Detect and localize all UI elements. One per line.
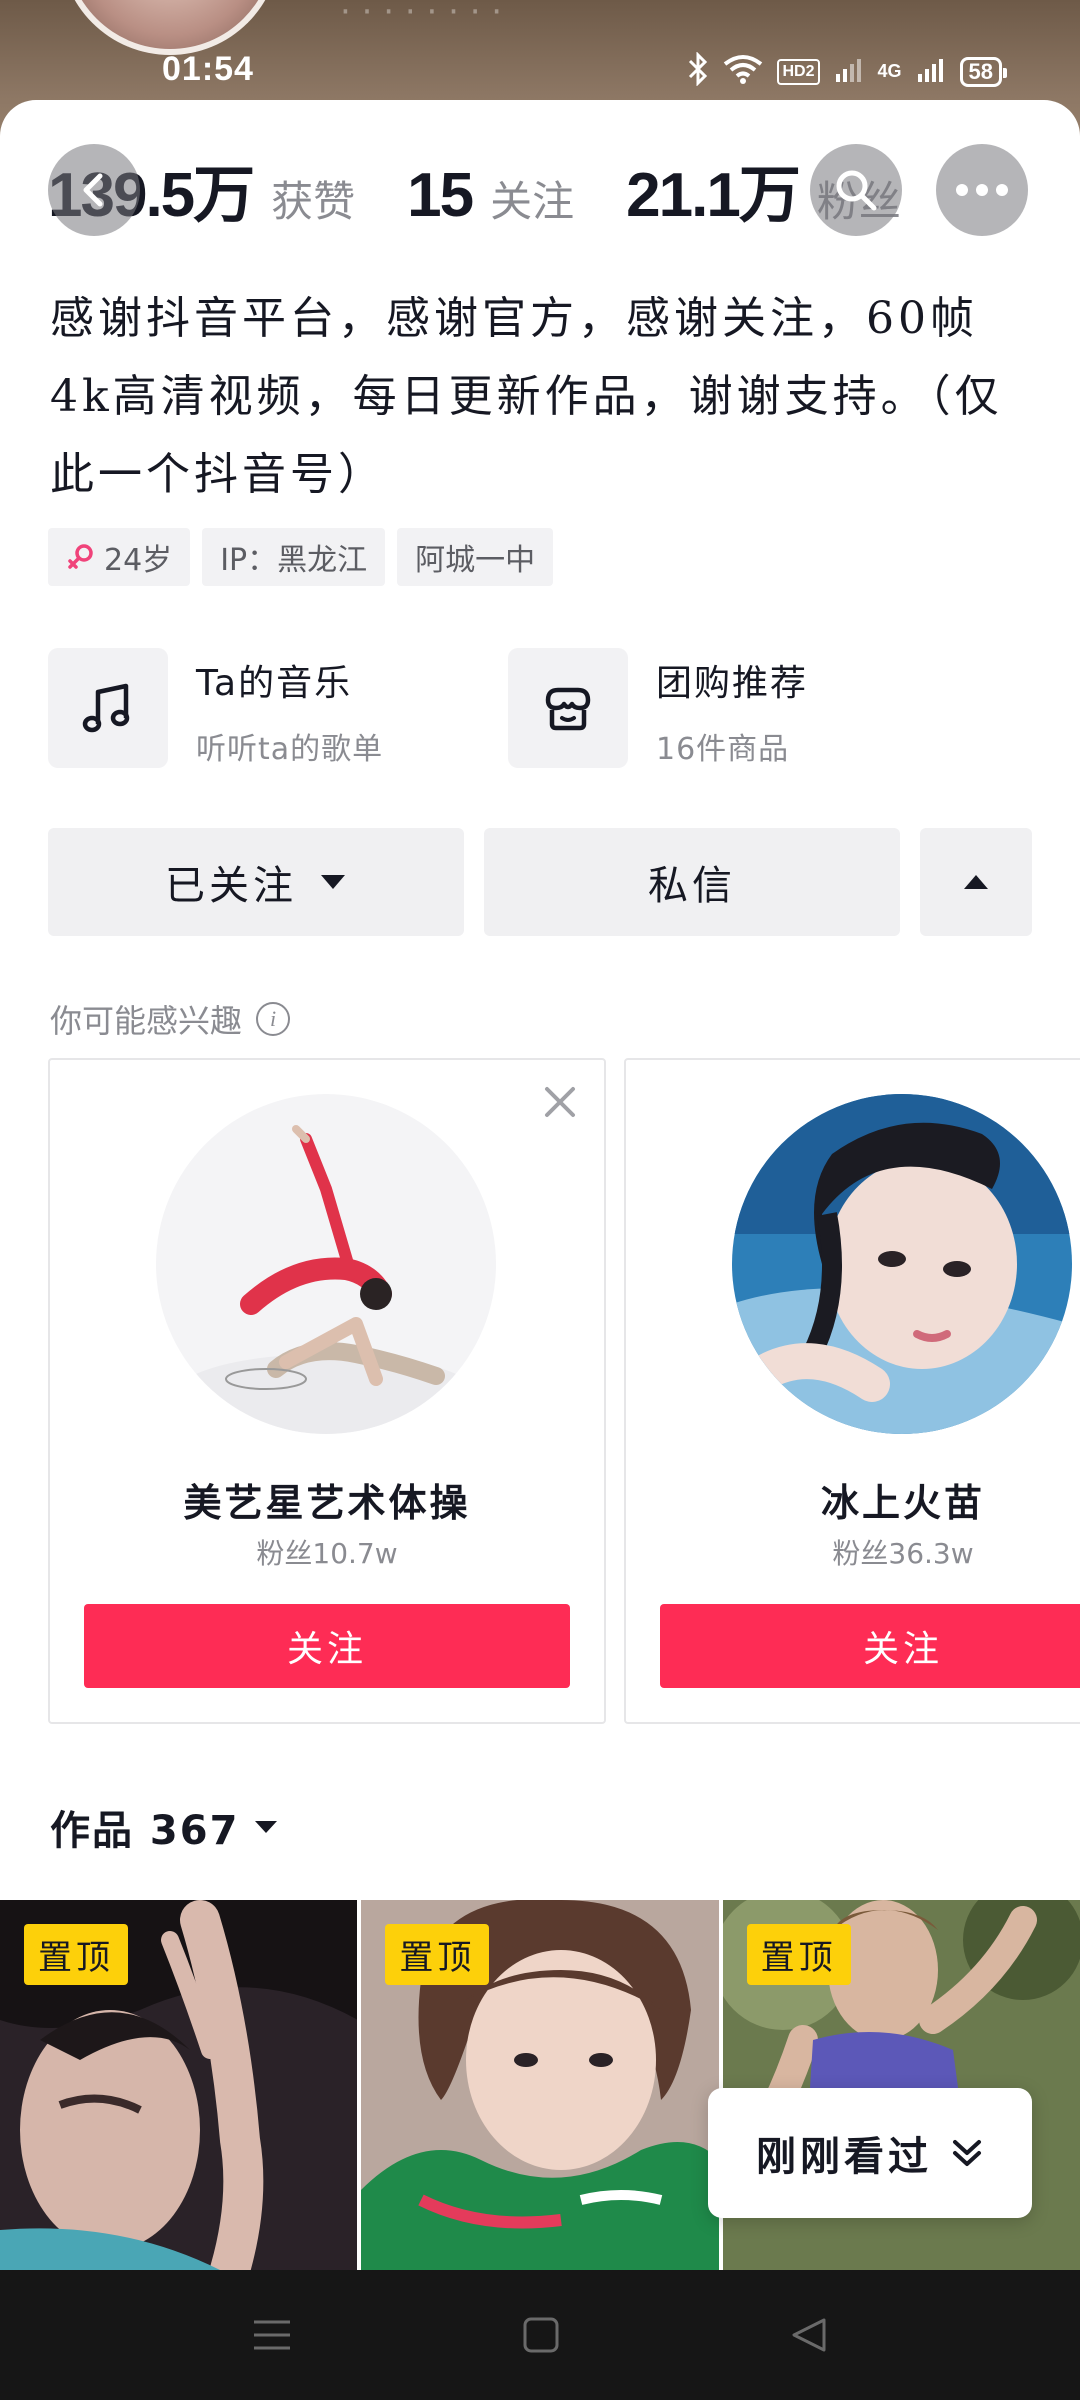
bluetooth-icon (687, 51, 709, 91)
following-label[interactable]: 关注 (490, 168, 574, 229)
profile-tags: 24岁 IP：黑龙江 阿城一中 (48, 528, 554, 586)
tag-ip-text: IP：黑龙江 (220, 543, 368, 578)
female-icon (68, 544, 93, 569)
music-entry[interactable]: Ta的音乐 听听ta的歌单 (48, 648, 383, 768)
works-heading: 作品 367 (50, 1808, 240, 1854)
shop-icon (545, 687, 591, 731)
signal-x-icon (834, 54, 864, 89)
status-time: 01:54 (162, 50, 254, 88)
info-icon[interactable]: i (256, 1002, 291, 1036)
wifi-icon (723, 54, 763, 89)
suggestion-card[interactable]: 美艺星艺术体操 粉丝10.7w 关注 (48, 1058, 606, 1724)
tag-school[interactable]: 阿城一中 (397, 528, 554, 586)
caret-down-icon (255, 1821, 278, 1833)
video-thumbnail[interactable]: 置顶 (361, 1900, 719, 2270)
status-bar: 01:54 HD2 4G 58 (0, 40, 1080, 104)
back-arrow-icon (83, 173, 103, 207)
suggestions-heading-text: 你可能感兴趣 (50, 1002, 243, 1040)
group-buy-entry[interactable]: 团购推荐 16件商品 (508, 648, 808, 768)
follow-button[interactable]: 关注 (84, 1604, 570, 1688)
status-icons: HD2 4G 58 (687, 51, 1008, 91)
music-entry-title: Ta的音乐 (196, 663, 353, 704)
group-buy-text: 团购推荐 16件商品 (656, 654, 808, 768)
double-chevron-down-icon (953, 2140, 981, 2166)
suggestion-card[interactable]: 冰上火苗 粉丝36.3w 关注 (624, 1058, 1080, 1724)
tag-age: 24岁 (48, 528, 191, 586)
pinned-badge: 置顶 (385, 1924, 490, 1985)
message-label: 私信 (648, 863, 736, 909)
home-icon[interactable] (522, 2316, 560, 2354)
network-type: 4G (877, 61, 902, 81)
followed-label: 已关注 (165, 863, 297, 909)
pinned-badge: 置顶 (746, 1924, 851, 1985)
system-navigation-bar (0, 2270, 1080, 2400)
caret-up-icon (964, 875, 988, 889)
music-note-icon (82, 683, 130, 733)
tag-ip: IP：黑龙江 (202, 528, 386, 586)
followers-count[interactable]: 21.1万 (626, 144, 801, 234)
group-buy-title: 团购推荐 (656, 663, 809, 704)
collapse-suggestions-button[interactable] (920, 828, 1032, 936)
music-entry-text: Ta的音乐 听听ta的歌单 (196, 654, 383, 768)
tag-age-text: 24岁 (104, 543, 173, 578)
search-button[interactable] (810, 144, 902, 236)
message-button[interactable]: 私信 (484, 828, 900, 936)
suggestion-name[interactable]: 冰上火苗 (626, 1472, 1080, 1527)
pinned-badge: 置顶 (24, 1924, 128, 1985)
suggestion-fans: 粉丝10.7w (256, 1537, 398, 1570)
profile-sheet: 139.5万 获赞 15 关注 21.1万 粉丝 感谢抖音平台，感谢官方，感谢关… (0, 100, 1080, 2270)
close-icon[interactable] (536, 1078, 584, 1126)
profile-bio: 感谢抖音平台，感谢官方，感谢关注，60帧4k高清视频，每日更新作品，谢谢支持。（… (50, 293, 1003, 500)
likes-label: 获赞 (271, 177, 356, 226)
shop-icon-box (508, 648, 628, 768)
menu-icon[interactable] (252, 2318, 292, 2352)
back-button[interactable] (48, 144, 140, 236)
profile-nickname-faded: · · · · · · · · (340, 0, 503, 32)
recently-watched-label: 刚刚看过 (756, 2134, 932, 2180)
following-count[interactable]: 15 (407, 160, 474, 231)
search-icon (836, 170, 877, 211)
suggestion-avatar[interactable] (732, 1094, 1072, 1434)
tag-school-text: 阿城一中 (415, 543, 536, 578)
hd-badge: HD2 (777, 58, 820, 85)
music-icon-box (48, 648, 168, 768)
more-button[interactable] (936, 144, 1028, 236)
works-tab[interactable]: 作品 367 (50, 1798, 279, 1856)
video-thumbnail[interactable]: 置顶 (0, 1900, 358, 2270)
suggestion-name[interactable]: 美艺星艺术体操 (50, 1472, 604, 1527)
more-dots-icon (956, 184, 1008, 196)
battery-indicator: 58 (959, 56, 1008, 87)
recently-watched-button[interactable]: 刚刚看过 (708, 2088, 1032, 2218)
music-entry-subtitle: 听听ta的歌单 (196, 732, 384, 767)
suggestion-fans: 粉丝36.3w (832, 1537, 974, 1570)
followed-button[interactable]: 已关注 (48, 828, 464, 936)
suggestions-heading: 你可能感兴趣 i (50, 996, 291, 1042)
group-buy-subtitle: 16件商品 (656, 732, 790, 767)
follow-button[interactable]: 关注 (660, 1604, 1080, 1688)
signal-icon (916, 54, 946, 89)
back-triangle-icon[interactable] (790, 2316, 828, 2354)
caret-down-icon (321, 875, 345, 889)
suggestion-avatar[interactable] (156, 1094, 496, 1434)
